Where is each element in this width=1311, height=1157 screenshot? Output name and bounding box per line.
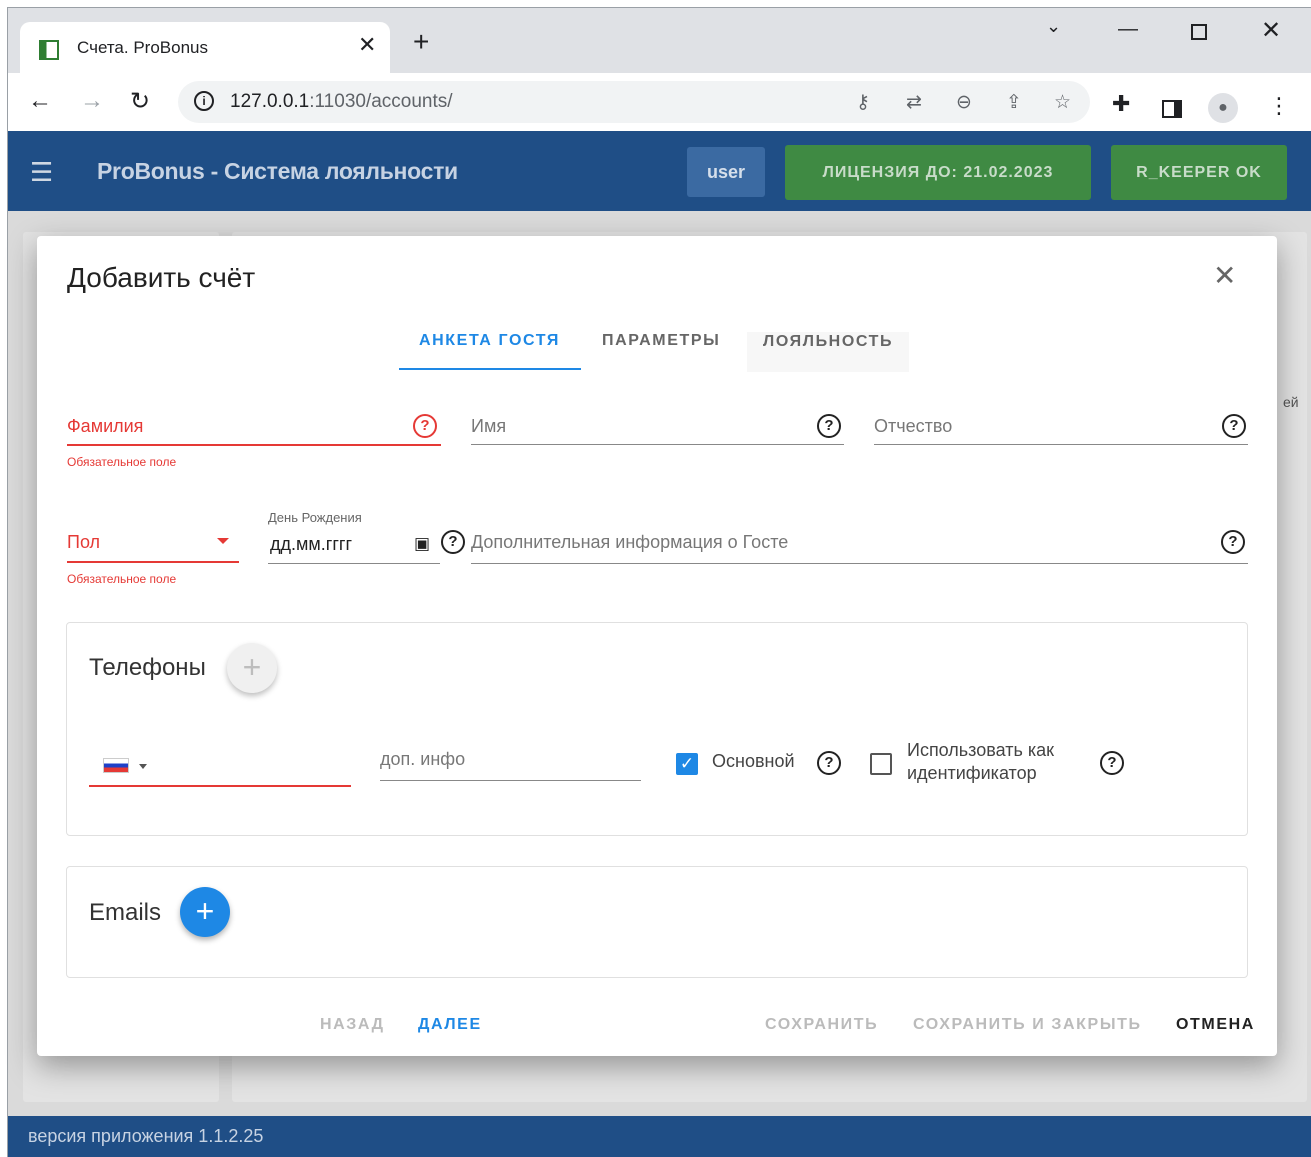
favicon-icon <box>39 40 59 60</box>
middle-name-field[interactable]: Отчество ? <box>874 412 1248 452</box>
middle-name-label: Отчество <box>874 416 953 436</box>
translate-icon[interactable]: ⇄ <box>906 91 922 114</box>
first-name-field[interactable]: Имя ? <box>471 412 844 452</box>
guest-extra-info-label: Дополнительная информация о Госте <box>471 532 789 552</box>
active-tab-indicator <box>399 368 581 370</box>
cancel-button[interactable]: ОТМЕНА <box>1176 1016 1255 1034</box>
last-name-label: Фамилия <box>67 416 144 436</box>
app-version: версия приложения 1.1.2.25 <box>28 1126 264 1146</box>
guest-extra-info-underline <box>471 563 1248 564</box>
last-name-field[interactable]: Фамилия ? Обязательное поле <box>67 412 441 472</box>
birthday-field[interactable]: День Рождения дд.мм.гггг ▣ <box>268 510 440 566</box>
main-phone-help-icon[interactable]: ? <box>817 751 841 775</box>
birthday-help-icon[interactable]: ? <box>441 530 465 554</box>
emails-section: Emails + <box>66 866 1248 978</box>
tab-close-icon[interactable]: ✕ <box>358 32 376 58</box>
zoom-out-icon[interactable]: ⊖ <box>956 91 972 114</box>
phones-title: Телефоны <box>89 654 206 681</box>
middle-name-underline <box>874 444 1248 445</box>
license-button[interactable]: ЛИЦЕНЗИЯ ДО: 21.02.2023 <box>785 145 1091 200</box>
app-footer: версия приложения 1.1.2.25 <box>8 1116 1311 1157</box>
add-account-dialog: Добавить счёт ✕ АНКЕТА ГОСТЯ ПАРАМЕТРЫ Л… <box>37 236 1277 1056</box>
gender-select[interactable]: Пол Обязательное поле <box>67 528 239 588</box>
bookmark-star-icon[interactable]: ☆ <box>1054 91 1071 114</box>
share-icon[interactable]: ⇪ <box>1006 91 1022 114</box>
profile-avatar-icon[interactable]: ● <box>1208 93 1238 123</box>
last-name-error: Обязательное поле <box>67 455 177 469</box>
dialog-close-icon[interactable]: ✕ <box>1213 262 1236 290</box>
birthday-caption: День Рождения <box>268 510 362 525</box>
browser-tab[interactable]: Счета. ProBonus ✕ <box>20 22 390 74</box>
back-button[interactable]: НАЗАД <box>320 1016 385 1034</box>
russia-flag-icon[interactable] <box>103 758 129 773</box>
rkeeper-status-button[interactable]: R_KEEPER OK <box>1111 145 1287 200</box>
back-arrow-icon[interactable]: ← <box>28 87 52 115</box>
user-button[interactable]: user <box>687 147 765 197</box>
first-name-label: Имя <box>471 416 507 436</box>
identifier-label: Использовать как идентификатор <box>907 740 1054 783</box>
save-and-close-button[interactable]: СОХРАНИТЬ И ЗАКРЫТЬ <box>913 1016 1142 1034</box>
forward-arrow-icon[interactable]: → <box>80 87 104 115</box>
dialog-title: Добавить счёт <box>67 262 256 293</box>
address-bar[interactable]: i 127.0.0.1:11030/accounts/ ⚷ ⇄ ⊖ ⇪ ☆ <box>178 81 1090 123</box>
extensions-icon[interactable]: ✚ <box>1112 91 1130 117</box>
last-name-help-icon[interactable]: ? <box>413 414 437 438</box>
guest-extra-info-help-icon[interactable]: ? <box>1221 530 1245 554</box>
main-phone-label: Основной <box>712 751 795 771</box>
hamburger-menu-icon[interactable]: ☰ <box>30 157 53 188</box>
add-email-button[interactable]: + <box>180 887 230 937</box>
save-button[interactable]: СОХРАНИТЬ <box>765 1016 878 1034</box>
identifier-checkbox[interactable] <box>870 753 892 775</box>
birthday-underline <box>268 563 440 564</box>
tab-parameters[interactable]: ПАРАМЕТРЫ <box>602 332 720 350</box>
calendar-icon[interactable]: ▣ <box>414 534 430 554</box>
url-text[interactable]: 127.0.0.1:11030/accounts/ <box>230 91 453 113</box>
tab-search-icon[interactable]: ⌄ <box>1046 16 1061 37</box>
emails-title: Emails <box>89 899 162 926</box>
tab-guest-profile[interactable]: АНКЕТА ГОСТЯ <box>419 332 560 350</box>
tab-strip: Счета. ProBonus ✕ + ⌄ — ✕ <box>8 8 1311 74</box>
birthday-input[interactable]: дд.мм.гггг <box>270 534 352 555</box>
key-icon[interactable]: ⚷ <box>856 91 870 114</box>
phones-section: Телефоны + доп. инфо ✓ Основной ? Исполь… <box>66 622 1248 836</box>
tab-title: Счета. ProBonus <box>77 38 208 57</box>
app-title: ProBonus - Система лояльности <box>97 158 458 184</box>
gender-label: Пол <box>67 532 101 552</box>
phone-extra-info-input[interactable]: доп. инфо <box>380 737 641 781</box>
minimize-icon[interactable]: — <box>1118 18 1138 41</box>
add-phone-button[interactable]: + <box>227 643 277 693</box>
reload-icon[interactable]: ↻ <box>130 87 150 116</box>
dropdown-arrow-icon <box>217 538 229 544</box>
phone-extra-info-placeholder: доп. инфо <box>380 749 466 769</box>
background-text-fragment: ей <box>1283 394 1299 410</box>
gender-error: Обязательное поле <box>67 572 177 586</box>
last-name-underline <box>67 444 441 446</box>
app-bar: ☰ ProBonus - Система лояльности user ЛИЦ… <box>8 131 1311 211</box>
window-close-icon[interactable]: ✕ <box>1261 16 1281 45</box>
phone-input[interactable] <box>89 737 351 787</box>
gender-underline <box>67 561 239 563</box>
site-info-icon[interactable]: i <box>194 91 214 111</box>
side-panel-icon[interactable] <box>1162 100 1182 118</box>
first-name-underline <box>471 444 844 445</box>
identifier-help-icon[interactable]: ? <box>1100 751 1124 775</box>
middle-name-help-icon[interactable]: ? <box>1222 414 1246 438</box>
maximize-icon[interactable] <box>1191 24 1207 40</box>
guest-extra-info-field[interactable]: Дополнительная информация о Госте ? <box>471 528 1248 568</box>
new-tab-icon[interactable]: + <box>413 28 429 56</box>
country-dropdown-icon[interactable] <box>139 764 147 769</box>
next-button[interactable]: ДАЛЕЕ <box>418 1016 482 1034</box>
kebab-menu-icon[interactable]: ⋮ <box>1268 93 1290 119</box>
main-phone-checkbox[interactable]: ✓ <box>676 753 698 775</box>
first-name-help-icon[interactable]: ? <box>817 414 841 438</box>
tab-loyalty[interactable]: ЛОЯЛЬНОСТЬ <box>747 332 910 372</box>
browser-toolbar: ← → ↻ i 127.0.0.1:11030/accounts/ ⚷ ⇄ ⊖ … <box>8 73 1311 131</box>
